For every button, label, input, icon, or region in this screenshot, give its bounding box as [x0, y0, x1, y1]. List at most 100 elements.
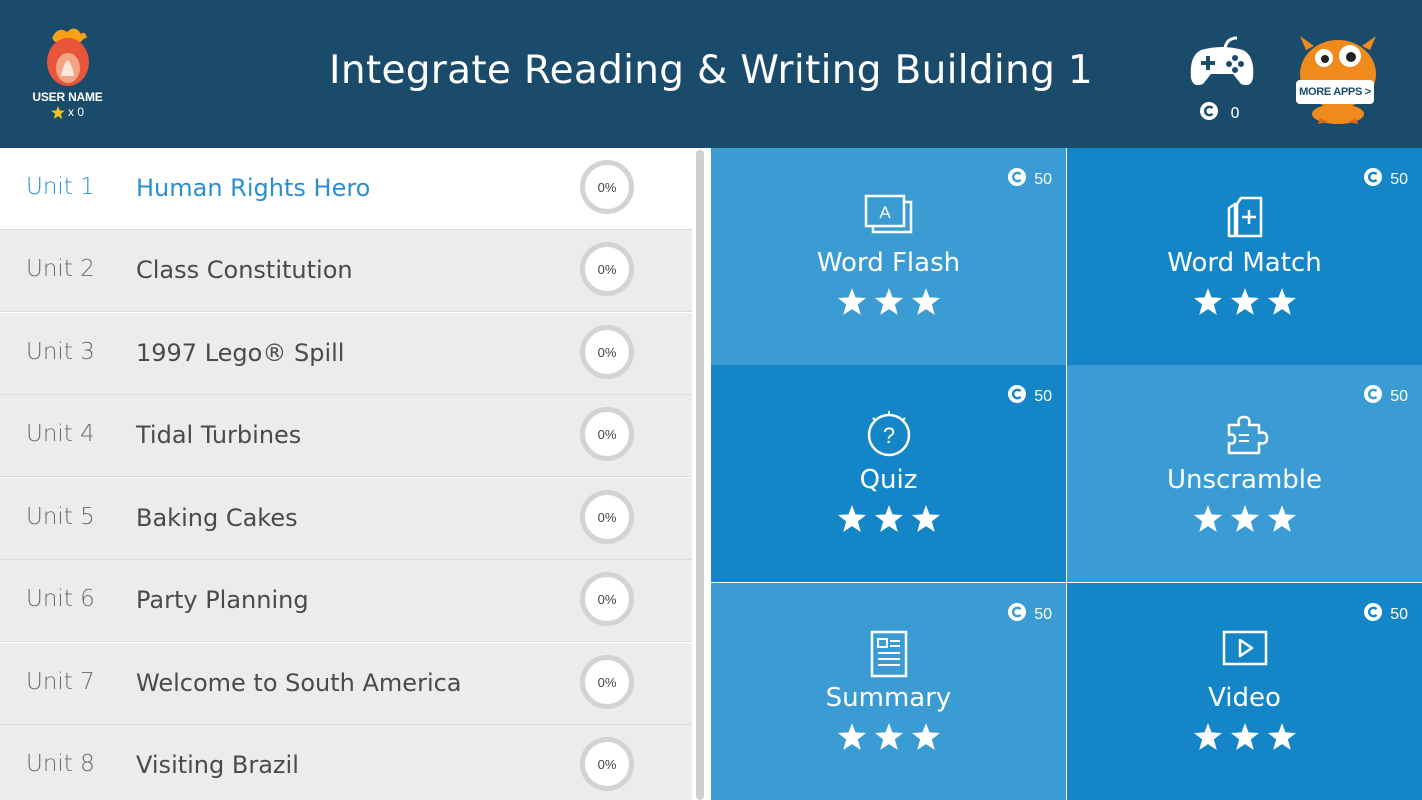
star-icon — [1267, 505, 1296, 536]
star-icon — [837, 288, 866, 319]
star-icon — [874, 723, 903, 754]
unit-title: 1997 Lego® Spill — [136, 339, 345, 367]
unit-title: Welcome to South America — [136, 669, 462, 697]
coin-icon — [1200, 102, 1219, 124]
tile-rating — [711, 723, 1066, 754]
star-icon — [911, 505, 940, 536]
unit-list-scrollbar[interactable] — [696, 150, 704, 800]
activity-grid: 50 A Word Flash 50 Word Match 50 ? Quiz … — [711, 148, 1422, 800]
coin-icon — [1008, 385, 1027, 408]
puzzle-icon — [1221, 411, 1269, 463]
gamepad-icon — [1187, 36, 1257, 94]
tile-rating — [1067, 723, 1422, 754]
unit-row-4[interactable]: Unit 4 Tidal Turbines 0% — [0, 395, 692, 477]
unit-row-7[interactable]: Unit 7 Welcome to South America 0% — [0, 643, 692, 725]
summary-icon — [869, 629, 909, 683]
quiz-icon: ? — [865, 411, 913, 463]
tile-coin-count: 50 — [1034, 605, 1052, 623]
unit-row-1[interactable]: Unit 1 Human Rights Hero 0% — [0, 148, 692, 230]
progress-ring: 0% — [580, 407, 634, 461]
unit-number: Unit 8 — [26, 751, 95, 777]
unit-title: Baking Cakes — [136, 504, 298, 532]
coin-icon — [1364, 168, 1383, 191]
progress-ring: 0% — [580, 325, 634, 379]
tile-coin-count: 50 — [1034, 170, 1052, 188]
tile-label: Word Match — [1167, 248, 1322, 278]
unit-title: Human Rights Hero — [136, 174, 371, 202]
avatar — [46, 28, 89, 86]
svg-text:A: A — [879, 203, 891, 222]
star-icon — [1193, 505, 1222, 536]
coin-icon — [1008, 603, 1027, 626]
app-header: USER NAME x 0 Integrate Reading & Writin… — [0, 0, 1422, 148]
page-title: Integrate Reading & Writing Building 1 — [329, 48, 1093, 93]
star-icon — [874, 288, 903, 319]
tile-coin-count: 50 — [1390, 170, 1408, 188]
unit-title: Tidal Turbines — [136, 421, 302, 449]
progress-ring: 0% — [580, 737, 634, 791]
tile-rating — [711, 505, 1066, 536]
progress-ring: 0% — [580, 572, 634, 626]
coin-icon — [1364, 603, 1383, 626]
word-match-icon — [1223, 194, 1267, 244]
unit-title: Party Planning — [136, 586, 309, 614]
word-flash-icon: A — [863, 194, 915, 242]
user-name: USER NAME — [32, 90, 103, 104]
unit-title: Class Constitution — [136, 256, 353, 284]
unit-number: Unit 2 — [26, 256, 95, 282]
tile-label: Quiz — [859, 465, 918, 495]
progress-ring: 0% — [580, 242, 634, 296]
tile-word-flash[interactable]: 50 A Word Flash — [711, 148, 1066, 365]
star-icon — [1193, 723, 1222, 754]
tile-rating — [1067, 505, 1422, 536]
unit-row-6[interactable]: Unit 6 Party Planning 0% — [0, 560, 692, 642]
tile-coin-count: 50 — [1390, 605, 1408, 623]
tile-quiz[interactable]: 50 ? Quiz — [711, 365, 1066, 582]
tile-unscramble[interactable]: 50 Unscramble — [1067, 365, 1422, 582]
unit-row-5[interactable]: Unit 5 Baking Cakes 0% — [0, 478, 692, 560]
unit-title: Visiting Brazil — [136, 751, 299, 779]
star-icon — [874, 505, 903, 536]
unit-list: Unit 1 Human Rights Hero 0% Unit 2 Class… — [0, 148, 692, 800]
tile-rating — [711, 288, 1066, 319]
unit-row-3[interactable]: Unit 3 1997 Lego® Spill 0% — [0, 313, 692, 395]
games-button[interactable]: 0 — [1184, 34, 1260, 124]
star-icon — [1230, 288, 1259, 319]
unit-row-2[interactable]: Unit 2 Class Constitution 0% — [0, 230, 692, 312]
tile-label: Word Flash — [816, 248, 961, 278]
tile-rating — [1067, 288, 1422, 319]
tile-video[interactable]: 50 Video — [1067, 583, 1422, 800]
star-icon — [837, 505, 866, 536]
tile-coin-count: 50 — [1034, 387, 1052, 405]
star-icon — [1193, 288, 1222, 319]
unit-number: Unit 3 — [26, 339, 95, 365]
progress-ring: 0% — [580, 160, 634, 214]
user-profile[interactable]: USER NAME x 0 — [20, 24, 115, 128]
tile-label: Summary — [825, 683, 952, 713]
tile-label: Unscramble — [1166, 465, 1323, 495]
unit-number: Unit 6 — [26, 586, 95, 612]
tile-coin-count: 50 — [1390, 387, 1408, 405]
tile-label: Video — [1208, 683, 1281, 713]
game-coin-count: 0 — [1230, 104, 1240, 122]
unit-number: Unit 1 — [26, 174, 95, 200]
unit-number: Unit 4 — [26, 421, 95, 447]
video-icon — [1221, 629, 1269, 673]
progress-ring: 0% — [580, 655, 634, 709]
user-star-count: x 0 — [67, 105, 84, 119]
star-icon — [1267, 288, 1296, 319]
tile-summary[interactable]: 50 Summary — [711, 583, 1066, 800]
star-icon — [911, 723, 940, 754]
star-icon — [1230, 505, 1259, 536]
star-icon — [837, 723, 866, 754]
svg-text:?: ? — [882, 423, 894, 448]
unit-row-8[interactable]: Unit 8 Visiting Brazil 0% — [0, 725, 692, 800]
star-icon — [1230, 723, 1259, 754]
coin-icon — [1364, 385, 1383, 408]
coin-icon — [1008, 168, 1027, 191]
unit-number: Unit 5 — [26, 504, 95, 530]
unit-number: Unit 7 — [26, 669, 95, 695]
more-apps-label: MORE APPS > — [1296, 80, 1374, 104]
more-apps-button[interactable]: MORE APPS > — [1288, 34, 1388, 126]
tile-word-match[interactable]: 50 Word Match — [1067, 148, 1422, 365]
